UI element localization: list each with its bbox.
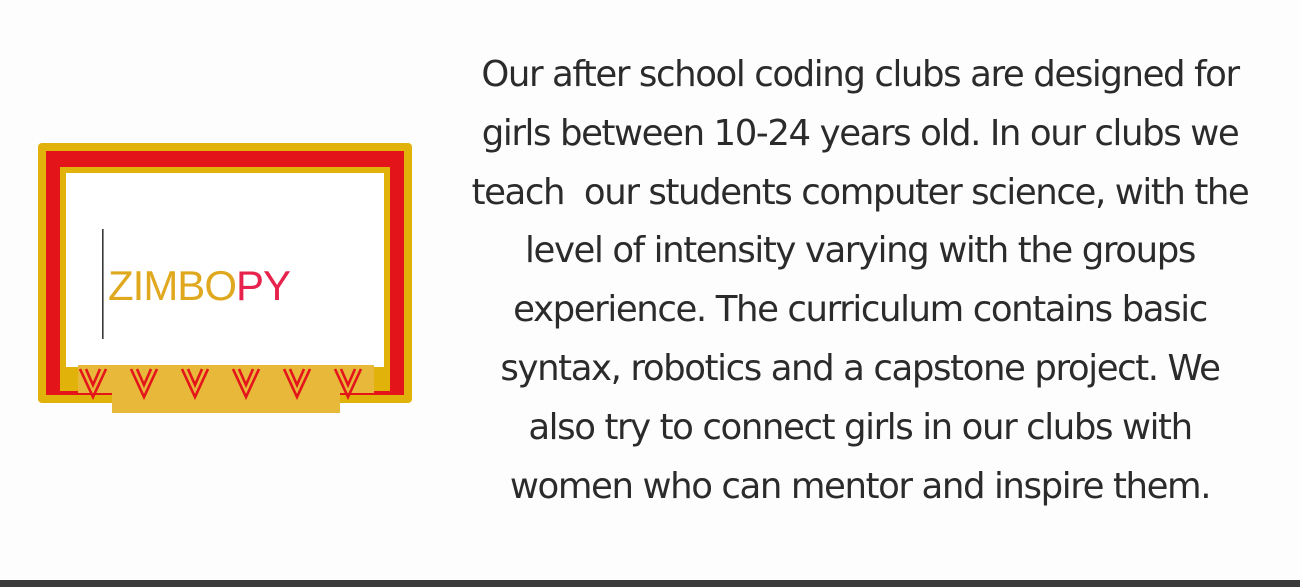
logo-wordmark-py: PY <box>236 262 291 309</box>
bottom-divider <box>0 580 1300 587</box>
description-line: women who can mentor and inspire them. <box>509 465 1212 507</box>
description-line: Our after school coding clubs are design… <box>481 54 1240 95</box>
logo-wordmark-zimbo: ZIMBO <box>108 262 237 309</box>
description-line: teach our students computer science, wit… <box>471 171 1250 213</box>
description-line: also try to connect girls in our clubs w… <box>528 406 1193 448</box>
description-line: girls between 10-24 years old. In our cl… <box>481 112 1240 154</box>
club-description: Our after school coding clubs are design… <box>420 46 1300 516</box>
description-line: experience. The curriculum contains basi… <box>513 289 1208 331</box>
logo-wordmark: ZIMBOPY <box>108 262 291 309</box>
description-line: level of intensity varying with the grou… <box>525 230 1196 272</box>
description-line: syntax, robotics and a capstone project.… <box>500 347 1221 389</box>
zimbopy-logo: ZIMBOPY <box>38 143 412 413</box>
